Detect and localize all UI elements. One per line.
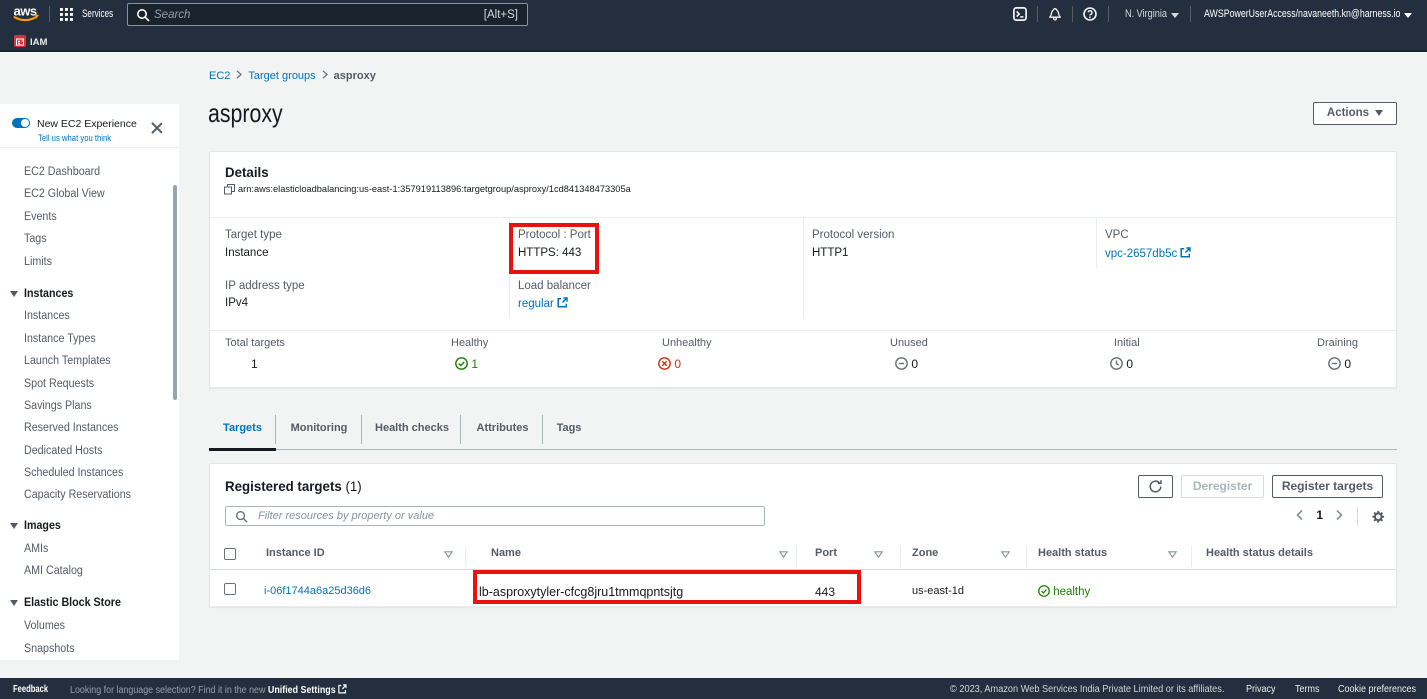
svg-text:aws: aws — [14, 4, 37, 19]
